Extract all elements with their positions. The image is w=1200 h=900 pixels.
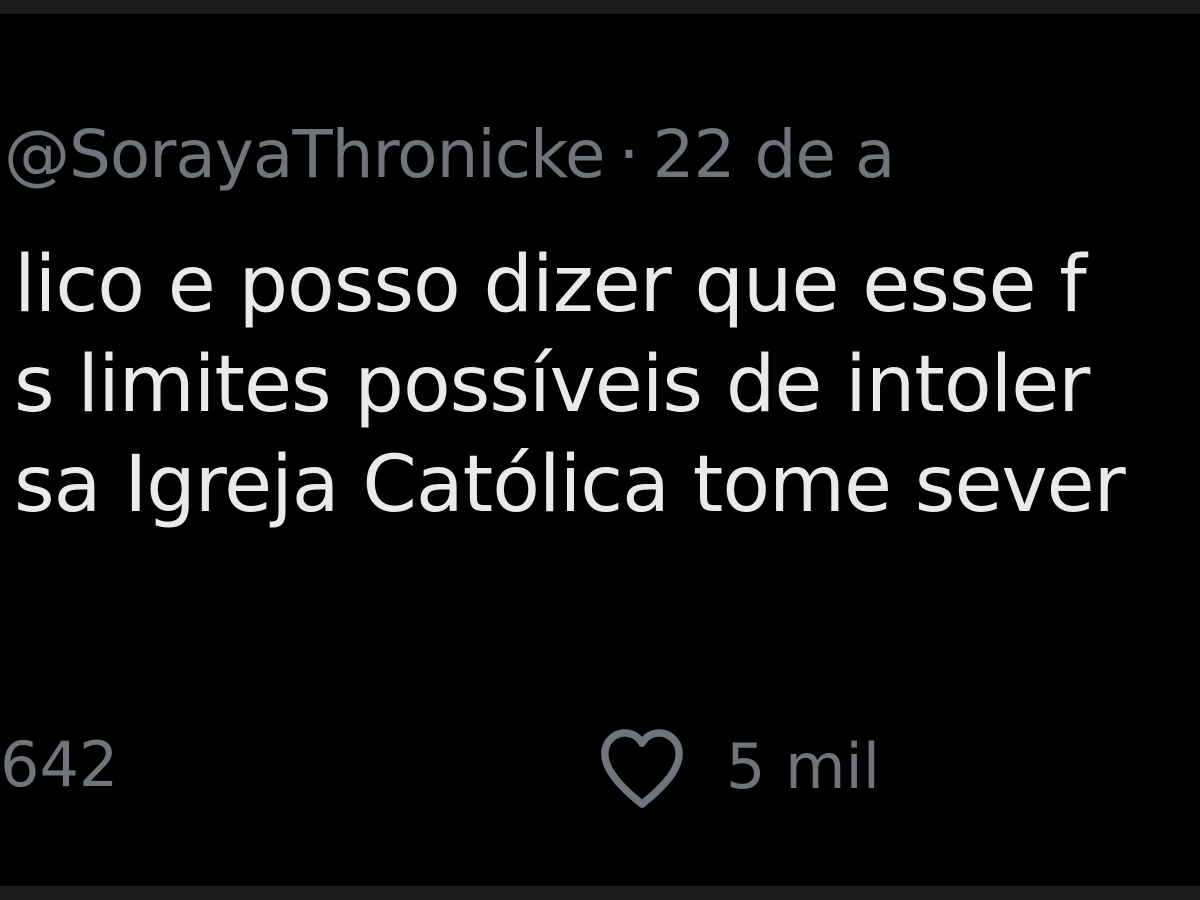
tweet-text-line: sa Igreja Católica tome sever [14,440,1126,530]
user-handle[interactable]: @SorayaThronicke [4,116,605,193]
tweet-text-line: s limites possíveis de intoler [14,340,1090,430]
tweet-header: @SorayaThronicke · 22 de a [4,122,895,188]
header-separator: · [618,116,640,193]
tweet-text-line: lico e posso dizer que esse f [14,240,1087,330]
heart-icon [601,729,683,808]
tweet-actions-bar: 642 5 mil [0,724,1200,814]
tweet-date[interactable]: 22 de a [652,116,895,193]
tweet-text: lico e posso dizer que esse f s limites … [14,240,1126,542]
tweet-screenshot: @SorayaThronicke · 22 de a lico e posso di… [0,0,1200,900]
like-button[interactable]: 5 mil [594,724,880,810]
reply-count: 642 [0,728,119,801]
reply-action[interactable]: 642 [0,734,118,796]
like-count: 5 mil [726,730,881,803]
